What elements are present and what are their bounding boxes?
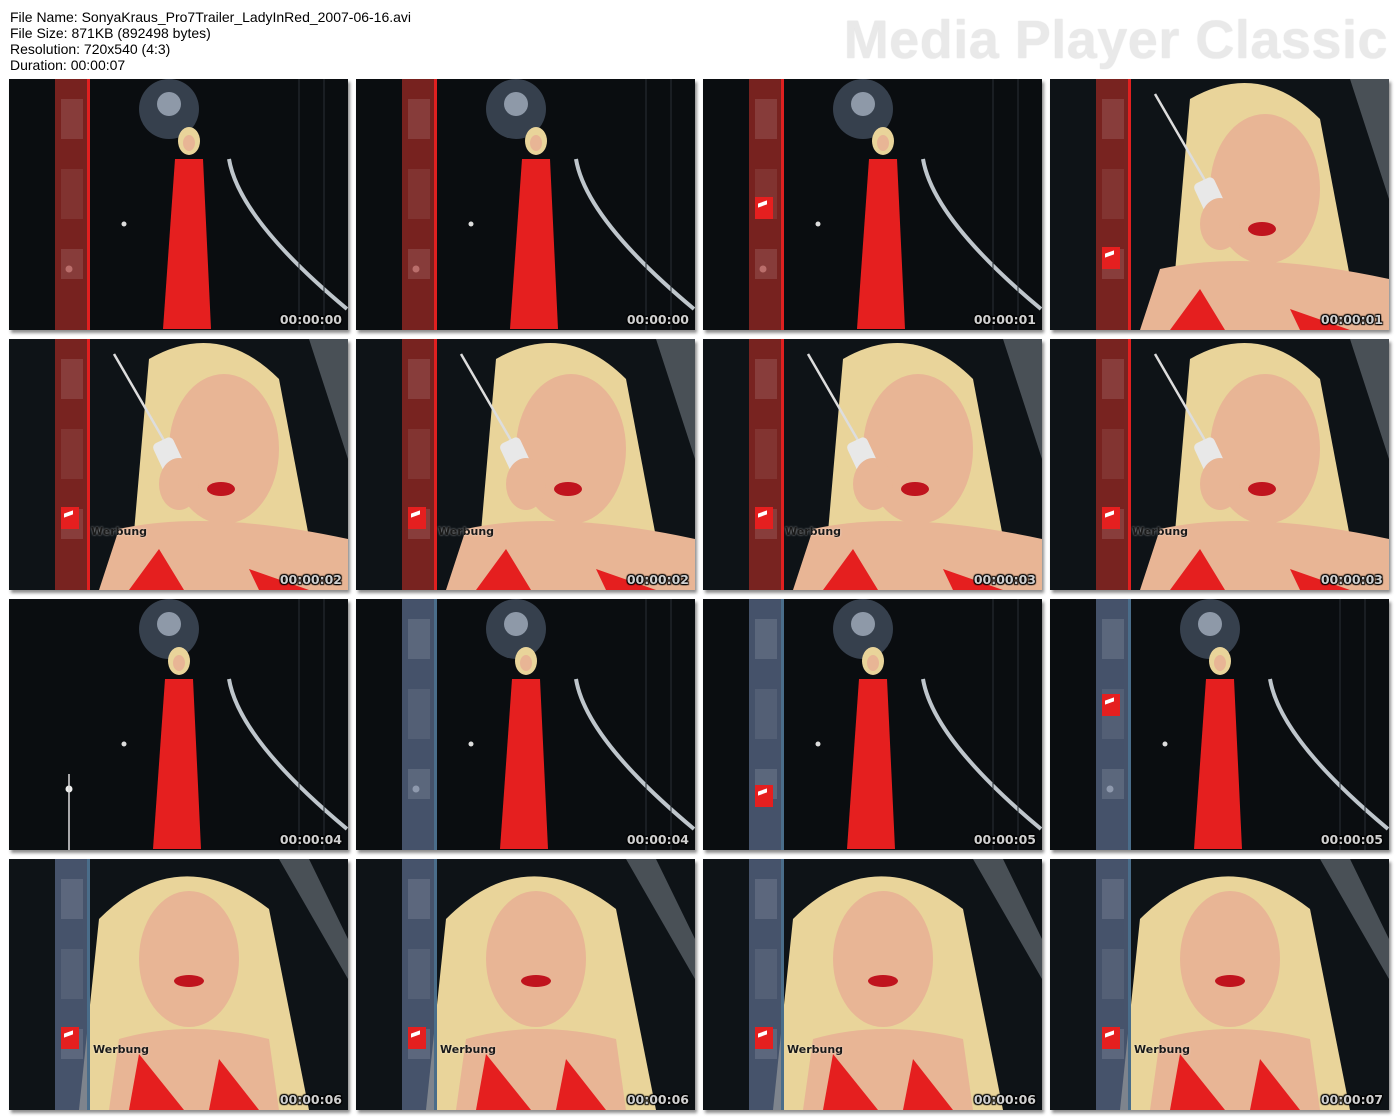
- thumbnail-timestamp: 00:00:01: [973, 312, 1036, 327]
- video-thumbnail[interactable]: Werbung 00:00:07: [1050, 859, 1389, 1110]
- thumbnail-frame: [356, 339, 695, 590]
- thumbnail-timestamp: 00:00:04: [279, 832, 342, 847]
- thumbnail-frame: [1050, 599, 1389, 850]
- werbung-label: Werbung: [1134, 1043, 1191, 1056]
- thumbnail-frame: [356, 859, 695, 1110]
- resolution: Resolution: 720x540 (4:3): [10, 41, 171, 57]
- thumbnail-frame: [9, 599, 348, 850]
- pro7-logo-icon: [1102, 247, 1120, 269]
- video-thumbnail[interactable]: Werbung 00:00:06: [703, 859, 1042, 1110]
- brand-watermark: Media Player Classic: [843, 10, 1388, 70]
- werbung-label: Werbung: [91, 525, 148, 538]
- thumbnail-frame: [703, 859, 1042, 1110]
- werbung-label: Werbung: [93, 1043, 150, 1056]
- thumbnail-timestamp: 00:00:00: [626, 312, 689, 327]
- thumbnail-timestamp: 00:00:01: [1320, 312, 1383, 327]
- video-thumbnail[interactable]: Werbung 00:00:06: [356, 859, 695, 1110]
- thumbnail-frame: [356, 79, 695, 330]
- video-thumbnail[interactable]: 00:00:01: [1050, 79, 1389, 330]
- thumbnail-timestamp: 00:00:07: [1320, 1092, 1383, 1107]
- pro7-logo-icon: [61, 1027, 79, 1049]
- video-thumbnail[interactable]: Werbung 00:00:03: [703, 339, 1042, 590]
- thumbnail-timestamp: 00:00:06: [973, 1092, 1036, 1107]
- video-thumbnail[interactable]: 00:00:00: [9, 79, 348, 330]
- video-thumbnail[interactable]: 00:00:04: [356, 599, 695, 850]
- pro7-logo-icon: [1102, 507, 1120, 529]
- werbung-label: Werbung: [1132, 525, 1189, 538]
- pro7-logo-icon: [1102, 1027, 1120, 1049]
- thumbnail-frame: [1050, 859, 1389, 1110]
- thumbnail-timestamp: 00:00:02: [279, 572, 342, 587]
- pro7-logo-icon: [755, 507, 773, 529]
- werbung-label: Werbung: [787, 1043, 844, 1056]
- file-size: File Size: 871KB (892498 bytes): [10, 25, 211, 41]
- video-thumbnail[interactable]: Werbung 00:00:02: [356, 339, 695, 590]
- video-thumbnail[interactable]: Werbung 00:00:02: [9, 339, 348, 590]
- thumbnail-grid: 00:00:00 00:00:00 00:00:01 00:00:01 Werb…: [9, 79, 1391, 1112]
- thumbnail-frame: [9, 79, 348, 330]
- video-thumbnail[interactable]: 00:00:05: [703, 599, 1042, 850]
- video-thumbnail[interactable]: 00:00:05: [1050, 599, 1389, 850]
- thumbnail-frame: [703, 79, 1042, 330]
- thumbnail-timestamp: 00:00:00: [279, 312, 342, 327]
- thumbnail-timestamp: 00:00:04: [626, 832, 689, 847]
- pro7-logo-icon: [61, 507, 79, 529]
- thumbnail-frame: [356, 599, 695, 850]
- thumbnail-timestamp: 00:00:05: [973, 832, 1036, 847]
- pro7-logo-icon: [755, 785, 773, 807]
- pro7-logo-icon: [408, 507, 426, 529]
- werbung-label: Werbung: [440, 1043, 497, 1056]
- duration: Duration: 00:00:07: [10, 57, 126, 73]
- thumbnail-frame: [703, 339, 1042, 590]
- thumbnail-frame: [9, 859, 348, 1110]
- pro7-logo-icon: [1102, 694, 1120, 716]
- thumbnail-timestamp: 00:00:03: [973, 572, 1036, 587]
- pro7-logo-icon: [408, 1027, 426, 1049]
- video-thumbnail[interactable]: Werbung 00:00:03: [1050, 339, 1389, 590]
- thumbnail-frame: [1050, 79, 1389, 330]
- werbung-label: Werbung: [785, 525, 842, 538]
- thumbnail-timestamp: 00:00:06: [279, 1092, 342, 1107]
- video-thumbnail[interactable]: Werbung 00:00:06: [9, 859, 348, 1110]
- thumbnail-timestamp: 00:00:03: [1320, 572, 1383, 587]
- thumbnail-timestamp: 00:00:02: [626, 572, 689, 587]
- thumbnail-frame: [9, 339, 348, 590]
- file-name: File Name: SonyaKraus_Pro7Trailer_LadyIn…: [10, 9, 412, 25]
- video-thumbnail[interactable]: 00:00:01: [703, 79, 1042, 330]
- video-thumbnail[interactable]: 00:00:04: [9, 599, 348, 850]
- thumbnail-timestamp: 00:00:05: [1320, 832, 1383, 847]
- werbung-label: Werbung: [438, 525, 495, 538]
- thumbnail-frame: [1050, 339, 1389, 590]
- pro7-logo-icon: [755, 197, 773, 219]
- thumbnail-timestamp: 00:00:06: [626, 1092, 689, 1107]
- video-thumbnail[interactable]: 00:00:00: [356, 79, 695, 330]
- pro7-logo-icon: [755, 1027, 773, 1049]
- thumbnail-frame: [703, 599, 1042, 850]
- file-info: File Name: SonyaKraus_Pro7Trailer_LadyIn…: [10, 9, 411, 73]
